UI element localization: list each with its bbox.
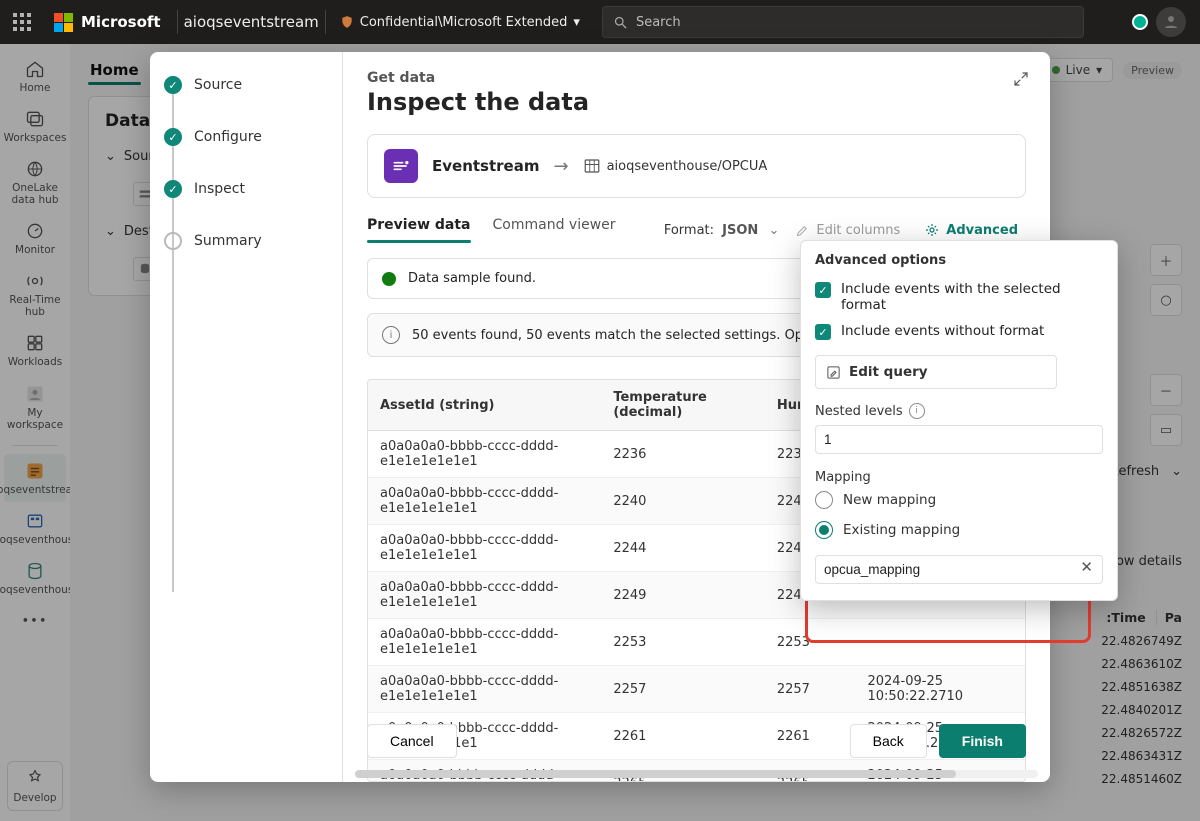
cell-temperature: 2244 <box>601 525 765 572</box>
edit-query-button[interactable]: Edit query <box>815 355 1057 389</box>
modal-eyebrow: Get data <box>367 70 1026 86</box>
modal-footer: Cancel Back Finish <box>367 724 1026 758</box>
mapping-label: Mapping <box>815 470 1103 485</box>
success-icon <box>382 272 396 286</box>
cell-timestamp: 2024-09-25 10:50:22.2710 <box>855 666 1025 713</box>
advanced-popover: Advanced options ✓ Include events with t… <box>800 240 1118 601</box>
pencil-icon <box>795 223 810 238</box>
search-icon <box>613 15 628 30</box>
info-icon: i <box>382 326 400 344</box>
cell-timestamp <box>855 619 1025 666</box>
edit-columns-button[interactable]: Edit columns <box>795 223 900 238</box>
eventstream-badge-icon <box>384 149 418 183</box>
back-button[interactable]: Back <box>850 724 927 758</box>
sensitivity-label: Confidential\Microsoft Extended <box>360 15 568 30</box>
cell-assetid: a0a0a0a0-bbbb-cccc-dddd-e1e1e1e1e1e1 <box>368 572 601 619</box>
avatar[interactable] <box>1156 7 1186 37</box>
cell-temperature: 2253 <box>601 619 765 666</box>
radio-existing-mapping[interactable]: Existing mapping <box>815 515 1103 545</box>
cell-temperature: 2257 <box>601 666 765 713</box>
modal-title: Inspect the data <box>367 88 1026 116</box>
popover-title: Advanced options <box>815 253 1103 268</box>
nested-levels-label: Nested levels i <box>815 403 1103 419</box>
table-row[interactable]: a0a0a0a0-bbbb-cccc-dddd-e1e1e1e1e1e1 225… <box>368 619 1025 666</box>
presence-indicator <box>1132 14 1148 30</box>
brand-label: Microsoft <box>81 13 161 31</box>
radio-selected-icon <box>815 521 833 539</box>
col-temperature[interactable]: Temperature (decimal) <box>601 380 765 431</box>
step-inspect[interactable]: ✓Inspect <box>164 180 328 198</box>
person-icon <box>1162 13 1180 31</box>
brand: Microsoft <box>44 13 171 32</box>
waffle-icon <box>13 13 31 31</box>
radio-new-mapping[interactable]: New mapping <box>815 485 1103 515</box>
info-icon[interactable]: i <box>909 403 925 419</box>
horizontal-scrollbar[interactable] <box>355 770 1038 778</box>
gear-icon <box>924 222 940 238</box>
checkbox-include-without-format[interactable]: ✓ Include events without format <box>815 318 1103 345</box>
existing-mapping-input[interactable] <box>815 555 1103 584</box>
arrow-right-icon: → <box>553 156 568 177</box>
source-destination-card: Eventstream → aioqseventhouse/OPCUA <box>367 134 1026 198</box>
cancel-button[interactable]: Cancel <box>367 724 457 758</box>
cell-temperature: 2236 <box>601 431 765 478</box>
cell-humidity: 2253 <box>765 619 856 666</box>
check-icon: ✓ <box>164 128 182 146</box>
expand-icon[interactable] <box>1012 70 1030 88</box>
check-icon: ✓ <box>164 76 182 94</box>
cell-assetid: a0a0a0a0-bbbb-cccc-dddd-e1e1e1e1e1e1 <box>368 431 601 478</box>
search-placeholder: Search <box>636 15 681 30</box>
checkbox-checked-icon: ✓ <box>815 324 831 340</box>
radio-icon <box>815 491 833 509</box>
checkbox-include-selected-format[interactable]: ✓ Include events with the selected forma… <box>815 276 1103 318</box>
tab-command-viewer[interactable]: Command viewer <box>493 217 616 243</box>
source-name: Eventstream <box>432 157 539 175</box>
destination: aioqseventhouse/OPCUA <box>583 157 768 175</box>
circle-icon <box>164 232 182 250</box>
microsoft-logo-icon <box>54 13 73 32</box>
sensitivity-dropdown[interactable]: Confidential\Microsoft Extended ▾ <box>332 14 588 30</box>
separator <box>177 10 178 34</box>
cell-assetid: a0a0a0a0-bbbb-cccc-dddd-e1e1e1e1e1e1 <box>368 478 601 525</box>
checkbox-checked-icon: ✓ <box>815 282 831 298</box>
step-summary[interactable]: Summary <box>164 232 328 250</box>
nested-levels-input[interactable] <box>815 425 1103 454</box>
search-input[interactable]: Search <box>602 6 1084 38</box>
clear-icon[interactable]: ✕ <box>1080 558 1093 576</box>
col-assetid[interactable]: AssetId (string) <box>368 380 601 431</box>
step-configure[interactable]: ✓Configure <box>164 128 328 146</box>
top-header: Microsoft aioqseventstream Confidential\… <box>0 0 1200 44</box>
finish-button[interactable]: Finish <box>939 724 1026 758</box>
chevron-down-icon: ⌄ <box>768 223 779 238</box>
chevron-down-icon: ▾ <box>573 15 580 30</box>
shield-icon <box>340 14 354 30</box>
app-launcher-button[interactable] <box>0 13 44 31</box>
search-wrap: Search <box>602 6 1084 38</box>
cell-assetid: a0a0a0a0-bbbb-cccc-dddd-e1e1e1e1e1e1 <box>368 525 601 572</box>
cell-temperature: 2240 <box>601 478 765 525</box>
wizard-steps: ✓Source ✓Configure ✓Inspect Summary <box>150 52 343 782</box>
sample-found-text: Data sample found. <box>408 271 536 286</box>
modal-tabs: Preview data Command viewer Format: JSON… <box>343 198 1050 244</box>
cell-assetid: a0a0a0a0-bbbb-cccc-dddd-e1e1e1e1e1e1 <box>368 619 601 666</box>
cell-humidity: 2257 <box>765 666 856 713</box>
cell-temperature: 2249 <box>601 572 765 619</box>
separator <box>325 10 326 34</box>
step-source[interactable]: ✓Source <box>164 76 328 94</box>
table-icon <box>583 157 601 175</box>
format-dropdown[interactable]: Format: JSON ⌄ <box>664 223 780 238</box>
tab-preview-data[interactable]: Preview data <box>367 217 471 243</box>
table-row[interactable]: a0a0a0a0-bbbb-cccc-dddd-e1e1e1e1e1e1 225… <box>368 666 1025 713</box>
workspace-name[interactable]: aioqseventstream <box>184 13 319 31</box>
cell-assetid: a0a0a0a0-bbbb-cccc-dddd-e1e1e1e1e1e1 <box>368 666 601 713</box>
check-icon: ✓ <box>164 180 182 198</box>
pencil-square-icon <box>826 365 841 380</box>
